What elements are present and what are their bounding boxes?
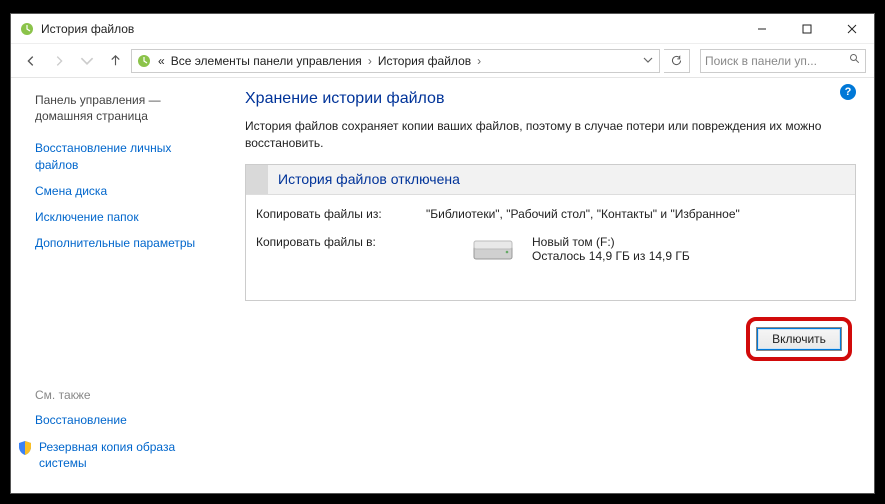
recent-dropdown[interactable]	[75, 49, 99, 73]
page-description: История файлов сохраняет копии ваших фай…	[245, 118, 856, 152]
status-title: История файлов отключена	[268, 165, 460, 194]
highlight-annotation: Включить	[746, 317, 852, 361]
chevron-right-icon: ›	[366, 54, 374, 68]
up-button[interactable]	[103, 49, 127, 73]
page-heading: Хранение истории файлов	[245, 90, 856, 108]
breadcrumb-item[interactable]: Все элементы панели управления	[169, 54, 364, 68]
status-header: История файлов отключена	[246, 165, 855, 195]
copy-from-value: "Библиотеки", "Рабочий стол", "Контакты"…	[426, 207, 740, 221]
search-input[interactable]: Поиск в панели уп...	[700, 49, 866, 73]
sidebar-link-change-drive[interactable]: Смена диска	[35, 183, 215, 199]
address-dropdown[interactable]	[639, 54, 657, 68]
copy-from-label: Копировать файлы из:	[256, 207, 426, 221]
status-body: Копировать файлы из: "Библиотеки", "Рабо…	[246, 195, 855, 300]
sidebar-link-system-backup[interactable]: Резервная копия образа системы	[17, 439, 215, 481]
search-placeholder: Поиск в панели уп...	[705, 54, 817, 68]
breadcrumb-prefix: «	[156, 54, 167, 68]
address-box[interactable]: « Все элементы панели управления › Истор…	[131, 49, 660, 73]
drive-name: Новый том (F:)	[532, 235, 690, 249]
main-panel: ? Хранение истории файлов История файлов…	[227, 78, 874, 493]
window-title: История файлов	[41, 22, 739, 36]
sidebar-link-exclude[interactable]: Исключение папок	[35, 209, 215, 225]
sidebar-link-restore[interactable]: Восстановление личных файлов	[35, 140, 215, 172]
sidebar-link-advanced[interactable]: Дополнительные параметры	[35, 235, 215, 251]
status-stripe	[246, 165, 268, 194]
see-also-label: См. также	[35, 388, 215, 402]
copy-from-row: Копировать файлы из: "Библиотеки", "Рабо…	[256, 207, 845, 221]
shield-icon	[17, 440, 33, 456]
titlebar: История файлов	[11, 14, 874, 44]
refresh-button[interactable]	[664, 49, 690, 73]
copy-to-row: Копировать файлы в: Новый том (F:) Остал…	[256, 235, 845, 268]
search-icon	[849, 53, 861, 68]
sidebar-item-label: Резервная копия образа системы	[39, 439, 215, 471]
location-icon	[136, 53, 152, 69]
status-box: История файлов отключена Копировать файл…	[245, 164, 856, 301]
sidebar-home[interactable]: Панель управления — домашняя страница	[35, 92, 215, 124]
enable-button[interactable]: Включить	[756, 327, 842, 351]
chevron-right-icon: ›	[475, 54, 483, 68]
content-area: Панель управления — домашняя страница Во…	[11, 78, 874, 493]
drive-icon	[472, 235, 514, 268]
back-button[interactable]	[19, 49, 43, 73]
forward-button[interactable]	[47, 49, 71, 73]
drive-space: Осталось 14,9 ГБ из 14,9 ГБ	[532, 249, 690, 263]
breadcrumb-item[interactable]: История файлов	[376, 54, 473, 68]
sidebar: Панель управления — домашняя страница Во…	[11, 78, 227, 493]
address-bar: « Все элементы панели управления › Истор…	[11, 44, 874, 78]
close-button[interactable]	[829, 14, 874, 43]
copy-to-label: Копировать файлы в:	[256, 235, 426, 249]
help-button[interactable]: ?	[840, 84, 856, 100]
maximize-button[interactable]	[784, 14, 829, 43]
drive-info: Новый том (F:) Осталось 14,9 ГБ из 14,9 …	[532, 235, 690, 263]
app-icon	[19, 21, 35, 37]
sidebar-link-recovery[interactable]: Восстановление	[35, 412, 215, 428]
action-row: Включить	[245, 317, 856, 361]
window: История файлов « Все элементы панели упр…	[10, 13, 875, 494]
window-controls	[739, 14, 874, 43]
minimize-button[interactable]	[739, 14, 784, 43]
